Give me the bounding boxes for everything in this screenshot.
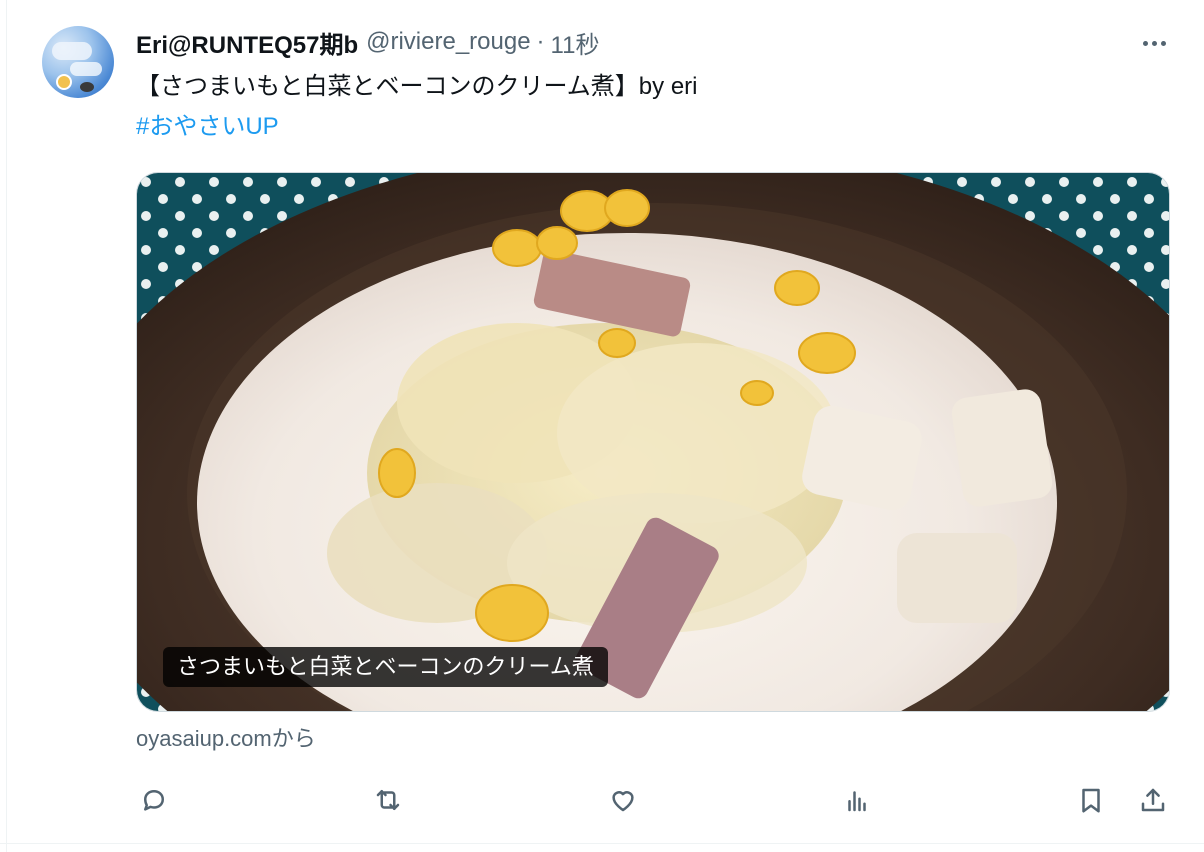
bookmark-icon (1082, 788, 1100, 813)
heart-icon (612, 791, 634, 812)
reply-icon (144, 790, 164, 811)
timestamp[interactable]: 11秒 (551, 25, 600, 60)
hashtag-link[interactable]: #おやさいUP (136, 110, 279, 144)
tweet-divider (0, 843, 1204, 844)
retweet-button[interactable] (368, 780, 408, 820)
card-source[interactable]: oyasaiup.comから (136, 722, 316, 756)
share-icon (1141, 788, 1165, 812)
separator-dot: · (536, 28, 545, 55)
like-button[interactable] (603, 780, 643, 820)
more-options-button[interactable] (1136, 28, 1172, 58)
card-caption: さつまいもと白菜とベーコンのクリーム煮 (163, 647, 608, 687)
tweet-header: Eri@RUNTEQ57期b @riviere_rouge · 11秒 (136, 24, 599, 60)
tweet-text: 【さつまいもと白菜とベーコンのクリーム煮】by eri (136, 73, 698, 100)
share-button[interactable] (1133, 780, 1173, 820)
link-card[interactable]: さつまいもと白菜とベーコンのクリーム煮 (136, 172, 1170, 712)
display-name[interactable]: Eri@RUNTEQ57期b (136, 25, 358, 60)
user-handle[interactable]: @riviere_rouge (366, 28, 530, 56)
tweet-actions (0, 780, 1204, 820)
views-button[interactable] (837, 780, 877, 820)
analytics-icon (848, 791, 866, 812)
retweet-icon (376, 790, 400, 810)
bookmark-button[interactable] (1071, 780, 1111, 820)
card-image (137, 173, 1169, 711)
reply-button[interactable] (134, 780, 174, 820)
avatar[interactable] (42, 26, 114, 98)
more-icon (1142, 40, 1148, 46)
timeline-left-border (6, 0, 7, 852)
